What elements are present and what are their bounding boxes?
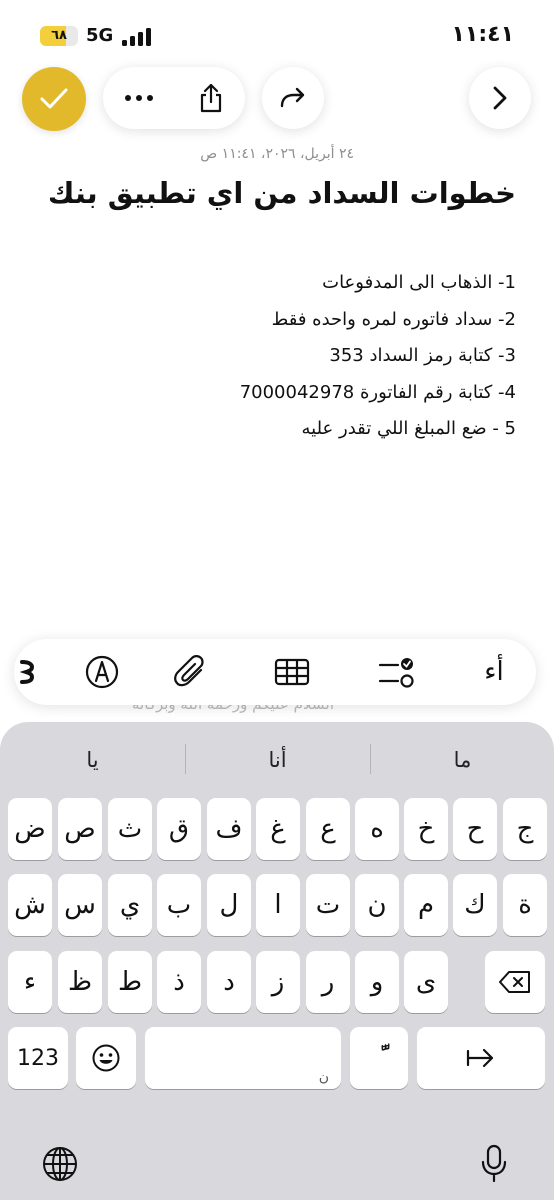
key[interactable]: ه <box>355 798 399 860</box>
note-title[interactable]: خطوات السداد من اي تطبيق بنك <box>48 176 516 210</box>
share-button[interactable] <box>179 67 243 129</box>
table-icon <box>274 658 310 686</box>
suggestion-right[interactable]: ما <box>370 738 554 782</box>
key[interactable]: ل <box>207 874 251 936</box>
key[interactable]: ة <box>503 874 547 936</box>
emoji-key[interactable] <box>76 1027 136 1089</box>
note-step: 5 - ضع المبلغ اللي تقدر عليه <box>301 418 517 439</box>
key[interactable]: ز <box>256 951 300 1013</box>
delete-icon <box>499 971 530 993</box>
checklist-icon <box>378 658 414 688</box>
status-time: ١١:٤١ <box>451 22 514 47</box>
status-bar: ٦٨ 5G ١١:٤١ <box>0 0 554 70</box>
network-type: 5G <box>86 25 114 46</box>
key[interactable]: ح <box>453 798 497 860</box>
done-button[interactable] <box>22 67 86 131</box>
key[interactable]: غ <box>256 798 300 860</box>
globe-icon <box>43 1147 77 1181</box>
chevron-right-icon <box>493 86 507 110</box>
tanween-key[interactable]: ًّ <box>350 1027 408 1089</box>
suggestion-center[interactable]: أنا <box>185 738 370 782</box>
checklist-button[interactable] <box>372 639 420 705</box>
key[interactable]: د <box>207 951 251 1013</box>
more-format-button[interactable] <box>10 639 44 705</box>
key[interactable]: ت <box>306 874 350 936</box>
key[interactable]: ر <box>306 951 350 1013</box>
key[interactable]: ج <box>503 798 547 860</box>
markup-icon <box>85 655 119 689</box>
key[interactable]: ط <box>108 951 152 1013</box>
note-date: ٢٤ أبريل، ٢٠٢٦، ١١:٤١ ص <box>200 146 354 162</box>
format-toolbar: أء <box>14 639 536 705</box>
note-steps[interactable]: 1- الذهاب الى المدفوعات 2- سداد فاتوره ل… <box>240 265 516 448</box>
note-step: 3- كتابة رمز السداد 353 <box>329 345 516 366</box>
key[interactable]: ع <box>306 798 350 860</box>
battery-indicator: ٦٨ <box>40 26 78 46</box>
return-icon <box>466 1048 494 1068</box>
attachment-button[interactable] <box>166 639 214 705</box>
note-step: 1- الذهاب الى المدفوعات <box>322 272 516 293</box>
key[interactable]: ش <box>8 874 52 936</box>
microphone-icon <box>481 1144 507 1183</box>
more-format-icon <box>20 660 34 684</box>
suggestion-bar: يا أنا ما <box>0 738 554 782</box>
key[interactable]: ن <box>355 874 399 936</box>
key[interactable]: ء <box>8 951 52 1013</box>
key[interactable]: م <box>404 874 448 936</box>
key[interactable]: ث <box>108 798 152 860</box>
attachment-icon <box>174 655 204 687</box>
checkmark-icon <box>40 88 68 109</box>
note-step: 4- كتابة رقم الفاتورة 7000042978 <box>239 381 516 403</box>
key[interactable]: ك <box>453 874 497 936</box>
emoji-icon <box>92 1044 120 1072</box>
redo-button[interactable] <box>262 67 324 129</box>
suggestion-left[interactable]: يا <box>0 738 185 782</box>
globe-key[interactable] <box>38 1142 82 1186</box>
more-button[interactable] <box>107 67 171 129</box>
note-step: 2- سداد فاتوره لمره واحده فقط <box>271 308 516 330</box>
battery-level: ٦٨ <box>51 28 67 43</box>
key[interactable]: ب <box>157 874 201 936</box>
key[interactable]: ظ <box>58 951 102 1013</box>
key[interactable]: ي <box>108 874 152 936</box>
keyboard: يا أنا ما ض ص ث ق ف غ ع ه خ ح ج ش س ي ب … <box>0 722 554 1200</box>
key[interactable]: و <box>355 951 399 1013</box>
table-button[interactable] <box>268 639 316 705</box>
forward-button[interactable] <box>469 67 531 129</box>
redo-icon <box>280 87 305 108</box>
text-style-button[interactable]: أء <box>468 639 520 705</box>
return-key[interactable] <box>417 1027 545 1089</box>
signal-icon <box>122 28 152 46</box>
key[interactable]: س <box>58 874 102 936</box>
key[interactable]: ى <box>404 951 448 1013</box>
share-icon <box>200 83 222 113</box>
markup-button[interactable] <box>78 639 126 705</box>
backspace-key[interactable] <box>485 951 545 1013</box>
key[interactable]: ف <box>207 798 251 860</box>
key[interactable]: خ <box>404 798 448 860</box>
actions-pill <box>103 67 245 129</box>
space-key[interactable]: ن <box>145 1027 341 1089</box>
key[interactable]: ص <box>58 798 102 860</box>
dictation-key[interactable] <box>472 1140 516 1188</box>
ellipsis-icon <box>125 95 153 101</box>
key[interactable]: ذ <box>157 951 201 1013</box>
key[interactable]: ض <box>8 798 52 860</box>
key[interactable]: ق <box>157 798 201 860</box>
numbers-key[interactable]: 123 <box>8 1027 68 1089</box>
key[interactable]: ا <box>256 874 300 936</box>
